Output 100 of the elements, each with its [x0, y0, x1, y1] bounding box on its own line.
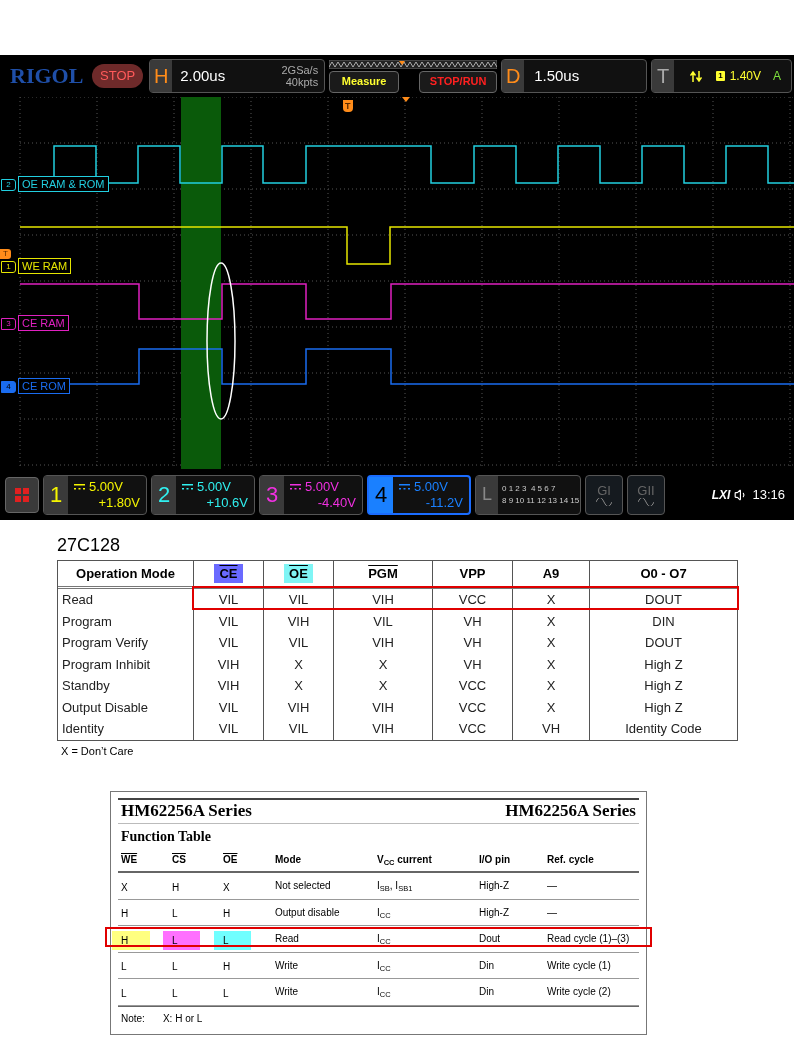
table-cell-text: Read — [275, 932, 300, 947]
table-cell-text: VH — [463, 634, 482, 652]
table-cell-text: High Z — [644, 698, 683, 717]
table-cell-text: VIL — [288, 591, 309, 609]
table-cell-text: VIL — [218, 612, 239, 631]
table-cell: H — [223, 961, 231, 973]
table-cell: L — [121, 987, 127, 999]
memory-depth: 40kpts — [285, 76, 319, 88]
table-cell-text: X — [546, 591, 556, 609]
channel-panel[interactable]: 1 5.00V +1.80V — [43, 474, 147, 515]
horizontal-label: H — [150, 60, 173, 92]
column-header: CS — [172, 853, 187, 867]
logic-panel[interactable]: L 0 1 2 3 4 5 6 7 8 9 10 11 12 13 14 15 — [475, 474, 581, 515]
trigger-label: T — [652, 60, 675, 92]
table-cell-text: Identity Code — [625, 720, 702, 738]
table-cell-text: Dout — [479, 932, 502, 947]
table-cell-text: VCC — [458, 591, 487, 609]
channel-number: 2 — [152, 475, 176, 514]
section-title: Function Table — [120, 827, 212, 846]
logic-label: L — [476, 475, 498, 514]
table-cell-text: Din — [479, 958, 495, 973]
table-cell-text: X — [378, 677, 388, 695]
table-cell-text: X — [294, 677, 303, 695]
delay-label: D — [502, 60, 525, 92]
table-cell-text: Standby — [62, 677, 110, 695]
menu-button[interactable] — [5, 476, 39, 513]
table-cell-text: Write cycle (2) — [547, 985, 612, 1000]
channel-marker[interactable]: 2 — [1, 179, 16, 191]
column-header: Mode — [275, 853, 303, 867]
table-cell-text: VCC — [458, 677, 487, 695]
table-cell: H — [121, 908, 129, 920]
trigger-mode: A — [773, 68, 781, 85]
channel-number: 3 — [260, 475, 284, 514]
table-cell-text: DIN — [652, 612, 675, 631]
column-header: OE — [223, 853, 239, 867]
sample-rate: 2GSa/s — [281, 64, 319, 76]
table-cell-text: X — [546, 612, 556, 631]
trigger-level-marker: T — [0, 249, 11, 259]
table-cell-text: VIH — [217, 655, 240, 674]
table-cell-text: VCC — [458, 698, 487, 717]
time-reference-icon — [402, 97, 410, 102]
delay-panel[interactable]: D 1.50us — [501, 59, 648, 93]
trigger-panel[interactable]: T 1 1.40V A — [651, 59, 792, 93]
logic-channel-numbers: 0 1 2 3 4 5 6 7 — [502, 482, 557, 495]
table-cell-text: VH — [463, 612, 482, 631]
table-cell-text: VH — [541, 720, 561, 738]
table-cell-text: X — [294, 655, 303, 674]
trigger-source: 1 — [716, 71, 725, 81]
channel-marker[interactable]: 4 — [1, 381, 16, 393]
table-cell-text: VIL — [288, 720, 309, 738]
column-header: A9 — [541, 564, 561, 583]
clock-time: 13:16 — [752, 485, 785, 504]
table-cell-text: Write — [275, 985, 300, 1000]
trace-label: CE ROM — [18, 378, 70, 394]
channel-offset: -11.2V — [425, 494, 463, 511]
channel-panel[interactable]: 2 5.00V +10.6V — [151, 474, 255, 515]
table-cell-text: VIL — [218, 591, 239, 609]
chip-title: 27C128 — [57, 534, 122, 556]
stop-run-button[interactable]: STOP/RUN — [419, 70, 498, 93]
channel-offset: -4.40V — [317, 494, 356, 511]
channel-panel[interactable]: 3 5.00V -4.40V — [259, 474, 363, 515]
channel-number: 1 — [44, 475, 68, 514]
table-cell: H — [223, 908, 231, 920]
table-cell-text: High-Z — [479, 905, 510, 920]
trigger-position-marker: T — [343, 100, 353, 112]
table-cell-text: — — [547, 905, 558, 920]
table-cell-text: Write cycle (1) — [547, 958, 612, 973]
table-cell: L — [223, 987, 229, 999]
horizontal-panel[interactable]: H 2.00us 2GSa/s 40kpts — [149, 59, 326, 93]
channel-panel[interactable]: 4 5.00V -11.2V — [367, 474, 471, 515]
table-cell-text: I$_{CC}$ — [377, 932, 392, 947]
table-cell: L — [121, 961, 127, 973]
table-cell-text: Read cycle (1)–(3) — [547, 932, 631, 947]
table-cell: L — [163, 930, 200, 950]
table-cell-text: High Z — [644, 655, 683, 674]
table-cell-text: Write — [275, 958, 300, 973]
table-cell: X — [121, 881, 128, 893]
channel-marker[interactable]: 1 — [1, 261, 16, 273]
column-header: WE — [121, 853, 139, 867]
channel-scale: 5.00V — [89, 478, 123, 495]
trigger-level: 1.40V — [729, 68, 761, 85]
table-cell: H — [172, 881, 180, 893]
column-header: PGM — [367, 564, 399, 583]
table-cell-text: VIL — [373, 612, 393, 631]
measure-button[interactable]: Measure — [329, 70, 400, 93]
table-cell-text: X — [546, 655, 556, 674]
table-cell-text: — — [547, 879, 558, 894]
column-header: VPP — [458, 564, 487, 583]
column-header: OE — [284, 563, 313, 584]
table-cell-text: VIH — [372, 591, 394, 609]
table-cell-text: X — [378, 655, 388, 674]
delay-value: 1.50us — [534, 65, 580, 86]
channel-scale: 5.00V — [305, 478, 339, 495]
table-cell-text: High Z — [644, 677, 683, 695]
channel-marker[interactable]: 3 — [1, 318, 16, 330]
table-cell-text: VIH — [217, 677, 240, 695]
table-cell: L — [172, 961, 178, 973]
channel-offset: +10.6V — [206, 494, 248, 511]
column-header: Ref. cycle — [547, 853, 595, 867]
table-cell-text: VIL — [218, 720, 239, 738]
